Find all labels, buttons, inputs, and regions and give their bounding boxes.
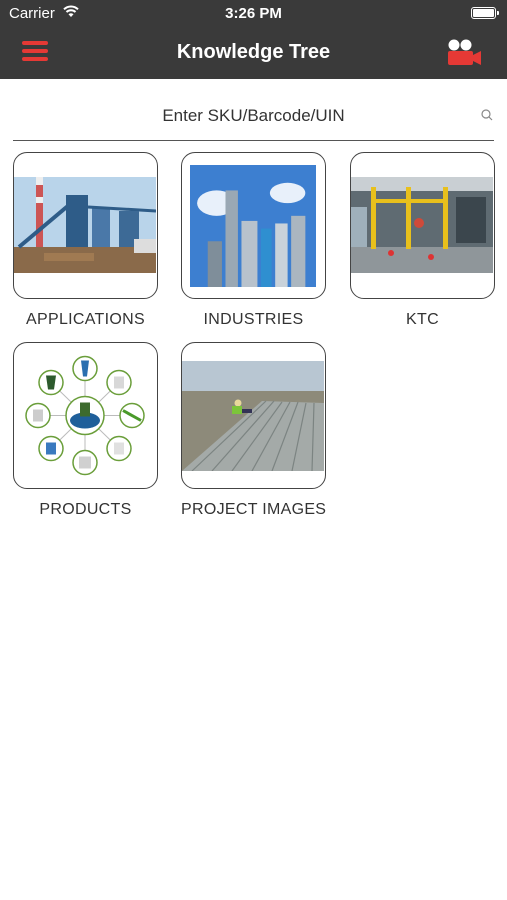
- category-tile-industries[interactable]: INDUSTRIES: [181, 152, 326, 329]
- status-bar: Carrier 3:26 PM: [0, 0, 507, 27]
- category-tile-products[interactable]: PRODUCTS: [13, 342, 158, 519]
- category-tile-project-images[interactable]: PROJECT IMAGES: [181, 342, 326, 519]
- category-label: INDUSTRIES: [203, 311, 304, 328]
- search-bar: [13, 98, 494, 141]
- category-label: APPLICATIONS: [26, 311, 145, 328]
- category-tile-ktc[interactable]: KTC: [350, 152, 495, 329]
- status-time: 3:26 PM: [225, 5, 282, 22]
- ktc-image: [350, 152, 495, 299]
- products-image: [13, 342, 158, 489]
- category-label: PRODUCTS: [39, 501, 132, 518]
- category-label: KTC: [406, 311, 439, 328]
- search-input[interactable]: [13, 98, 494, 134]
- search-icon[interactable]: [480, 108, 494, 122]
- category-tile-applications[interactable]: APPLICATIONS: [13, 152, 158, 329]
- nav-bar: Knowledge Tree: [0, 27, 507, 79]
- project-images-image: [181, 342, 326, 489]
- industries-image: [181, 152, 326, 299]
- page-title: Knowledge Tree: [176, 41, 331, 63]
- battery-icon: [471, 7, 499, 19]
- category-label: PROJECT IMAGES: [181, 501, 327, 518]
- applications-image: [13, 152, 158, 299]
- video-camera-icon[interactable]: [445, 38, 485, 68]
